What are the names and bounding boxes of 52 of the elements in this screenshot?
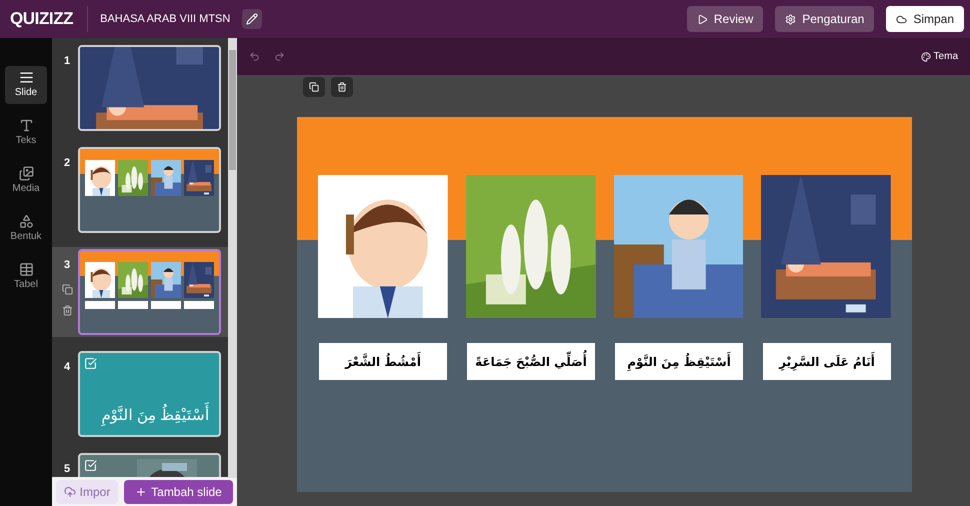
rail-item[interactable]: Media — [5, 162, 47, 200]
lines-icon — [18, 70, 34, 85]
theme-button[interactable]: Tema — [920, 49, 958, 64]
redo-icon[interactable] — [274, 51, 285, 62]
palette-icon — [920, 52, 931, 62]
label-thumbnail — [151, 300, 181, 309]
scrollbar[interactable] — [228, 38, 237, 478]
plus-icon — [135, 486, 148, 498]
settings-button[interactable]: Pengaturan — [775, 6, 874, 32]
copy-icon — [309, 82, 319, 92]
label-thumbnail — [85, 300, 115, 309]
slide-number: 4 — [64, 360, 70, 375]
review-button[interactable]: Review — [686, 6, 764, 32]
undo-icon[interactable] — [249, 51, 260, 62]
cloud-icon — [896, 14, 908, 24]
label-thumbnail — [184, 300, 214, 309]
shapes-icon — [18, 214, 34, 229]
duplicate-icon[interactable] — [62, 284, 72, 294]
slide-number: 3 — [64, 258, 70, 273]
checkbox-icon — [84, 459, 97, 472]
save-button[interactable]: Simpan — [886, 6, 964, 32]
label-thumbnail — [118, 300, 148, 309]
document-title: BAHASA ARAB VIII MTSN — [100, 12, 230, 27]
slide-thumbnail[interactable] — [78, 249, 221, 335]
play-icon — [696, 14, 708, 24]
card-label: أُصَلِّي الصُّبْحَ جَمَاعَةً — [467, 343, 595, 380]
trash-icon — [337, 82, 347, 92]
duplicate-button[interactable] — [303, 77, 325, 97]
text-icon — [18, 118, 34, 133]
delete-button[interactable] — [331, 77, 353, 97]
edit-title-button[interactable] — [242, 9, 262, 29]
pencil-icon — [246, 13, 258, 25]
trash-icon[interactable] — [62, 304, 72, 316]
add-slide-button[interactable]: Tambah slide — [124, 480, 233, 504]
slide-number: 1 — [64, 54, 70, 69]
table-icon — [18, 262, 34, 277]
slide-text: أَسْتَيْقِظُ مِنَ النَّوْمِ — [84, 404, 215, 431]
rail-item[interactable]: Bentuk — [5, 210, 47, 248]
settings-icon — [785, 14, 796, 24]
slide-number: 2 — [64, 156, 70, 171]
card-label: أَسْتَيْقِظُ مِنَ النَّوْمِ — [615, 343, 743, 380]
slide-thumbnail[interactable] — [78, 147, 221, 233]
upload-icon — [64, 486, 76, 498]
logo[interactable]: QUIZIZZ — [10, 6, 88, 32]
card-label: أَمْشُطُ الشَّعْرَ — [319, 343, 447, 380]
images-icon — [18, 166, 34, 181]
slide-number: 5 — [64, 462, 70, 477]
rail-item[interactable]: Slide — [5, 66, 47, 104]
checkbox-icon — [84, 357, 97, 370]
rail-item[interactable]: Tabel — [5, 258, 47, 296]
card-label: أَنَامُ عَلَى السَّرِيْرِ — [763, 343, 891, 380]
rail-item[interactable]: Teks — [5, 114, 47, 152]
